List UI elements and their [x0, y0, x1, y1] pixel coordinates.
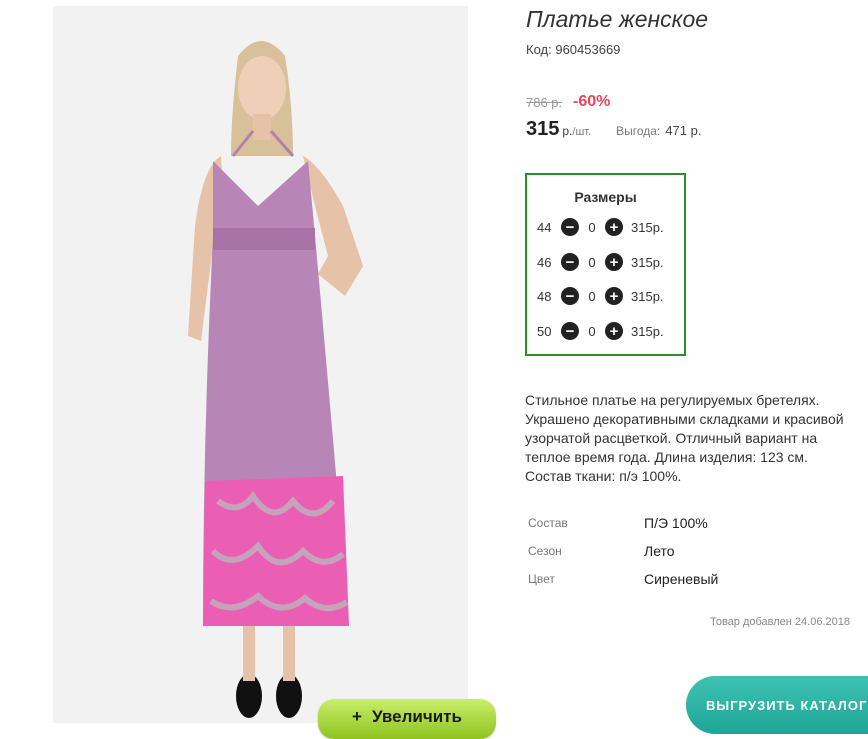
- plus-icon: +: [352, 707, 362, 726]
- export-catalog-button[interactable]: ВЫГРУЗИТЬ КАТАЛОГ: [686, 676, 868, 734]
- sizes-panel: Размеры 44 − 0 + 315р. 46 − 0 + 315р. 48…: [525, 173, 686, 356]
- size-row-46: 46 − 0 + 315р.: [537, 252, 664, 272]
- price-unit: /шт.: [572, 126, 592, 138]
- plus-circle-icon[interactable]: +: [605, 287, 623, 305]
- attributes-table: Состав П/Э 100% Сезон Лето Цвет Сиреневы…: [528, 509, 718, 593]
- size-row-48: 48 − 0 + 315р.: [537, 286, 664, 306]
- dress-model-image: [188, 41, 363, 718]
- product-code-value: 960453669: [555, 42, 621, 57]
- size-row-44: 44 − 0 + 315р.: [537, 217, 664, 237]
- size-price: 315р.: [631, 288, 664, 304]
- size-price: 315р.: [631, 323, 664, 339]
- size-price: 315р.: [631, 254, 664, 270]
- benefit-value: 471 р.: [665, 123, 702, 138]
- size-price: 315р.: [631, 219, 664, 235]
- product-photo[interactable]: [53, 6, 468, 723]
- price-row: 315 р. /шт. Выгода: 471 р.: [526, 118, 701, 141]
- attribute-key: Цвет: [528, 572, 555, 586]
- attribute-value: Сиреневый: [644, 571, 719, 587]
- minus-circle-icon[interactable]: −: [561, 287, 579, 305]
- attribute-row: Сезон Лето: [528, 537, 718, 565]
- plus-circle-icon[interactable]: +: [605, 253, 623, 271]
- minus-circle-icon[interactable]: −: [561, 218, 579, 236]
- current-price: 315: [526, 118, 560, 140]
- plus-circle-icon[interactable]: +: [605, 322, 623, 340]
- zoom-button-label: Увеличить: [371, 707, 462, 726]
- product-code-label: Код:: [526, 42, 552, 57]
- plus-circle-icon[interactable]: +: [605, 218, 623, 236]
- product-description: Стильное платье на регулируемых бретелях…: [525, 392, 844, 484]
- size-quantity: 0: [588, 254, 596, 270]
- price-currency: р.: [562, 124, 573, 138]
- size-quantity: 0: [588, 323, 596, 339]
- size-quantity: 0: [588, 219, 596, 235]
- old-price: 786 р.: [526, 95, 563, 110]
- size-label: 44: [537, 219, 552, 235]
- sizes-title: Размеры: [574, 189, 637, 205]
- size-row-50: 50 − 0 + 315р.: [537, 321, 664, 341]
- minus-circle-icon[interactable]: −: [561, 253, 579, 271]
- size-label: 50: [537, 323, 552, 339]
- attribute-row: Состав П/Э 100%: [528, 509, 718, 537]
- attribute-value: Лето: [644, 543, 675, 559]
- product-title: Платье женское: [526, 6, 709, 32]
- discount-badge: -60%: [573, 93, 611, 110]
- attribute-value: П/Э 100%: [644, 515, 708, 531]
- added-date-note: Товар добавлен 24.06.2018: [709, 616, 850, 628]
- size-label: 48: [537, 288, 552, 304]
- size-label: 46: [537, 254, 552, 270]
- product-code: Код: 960453669: [526, 42, 620, 57]
- attribute-row: Цвет Сиреневый: [528, 565, 718, 593]
- minus-circle-icon[interactable]: −: [561, 322, 579, 340]
- zoom-button[interactable]: + Увеличить: [318, 699, 496, 739]
- size-quantity: 0: [588, 288, 596, 304]
- attribute-key: Состав: [528, 516, 568, 530]
- benefit-label: Выгода:: [616, 124, 661, 138]
- attribute-key: Сезон: [528, 544, 562, 558]
